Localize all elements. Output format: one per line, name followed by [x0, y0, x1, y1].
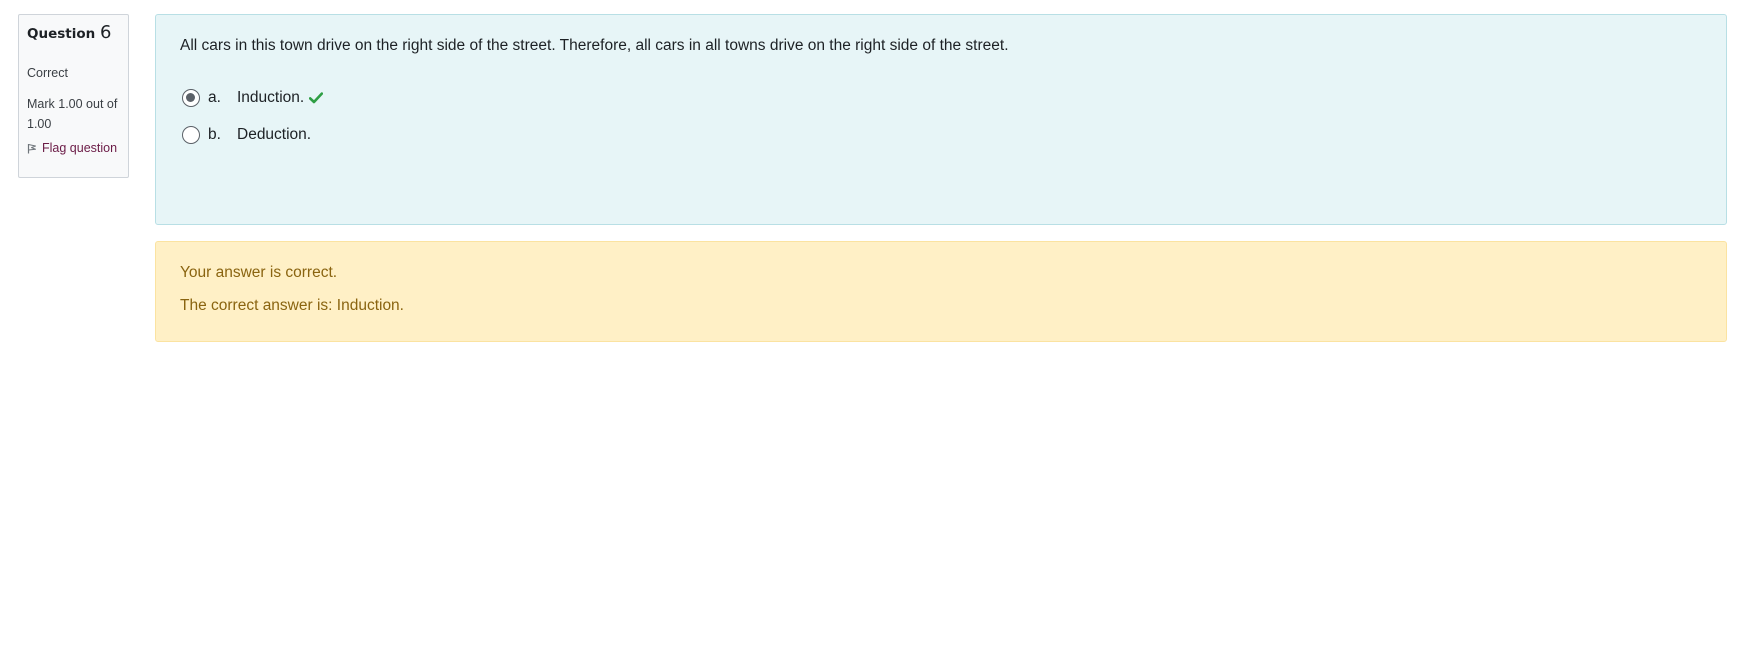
question-content: All cars in this town drive on the right…: [155, 14, 1727, 225]
question-page: Question 6 Correct Mark 1.00 out of 1.00…: [0, 0, 1762, 648]
answer-letter: a.: [208, 89, 221, 106]
feedback-status: Your answer is correct.: [180, 264, 338, 281]
answer-option-a[interactable]: a. Induction.: [180, 85, 1702, 111]
feedback-panel: Your answer is correct. The correct answ…: [155, 241, 1727, 342]
question-text: All cars in this town drive on the right…: [180, 37, 1009, 54]
answer-option-b[interactable]: b. Deduction.: [180, 122, 1702, 148]
question-info-panel: Question 6 Correct Mark 1.00 out of 1.00…: [18, 14, 129, 178]
question-heading: Question 6: [27, 23, 120, 44]
answer-letter: b.: [208, 126, 221, 143]
question-label: Question: [27, 26, 96, 42]
question-grade: Mark 1.00 out of 1.00: [27, 97, 118, 131]
flag-icon: [27, 143, 37, 154]
flag-question-link[interactable]: Flag question: [27, 141, 120, 155]
answer-options: a. Induction. b. Deduction.: [180, 85, 1702, 148]
answer-radio-b[interactable]: [182, 126, 200, 144]
flag-question-label: Flag question: [42, 141, 118, 155]
answer-label: Induction.: [237, 89, 305, 106]
answer-label: Deduction.: [237, 126, 312, 143]
correct-answer-text: The correct answer is: Induction.: [180, 297, 404, 314]
check-icon: [309, 92, 324, 104]
answer-radio-a[interactable]: [182, 89, 200, 107]
question-number: 6: [99, 22, 112, 43]
question-state: Correct: [27, 66, 68, 80]
